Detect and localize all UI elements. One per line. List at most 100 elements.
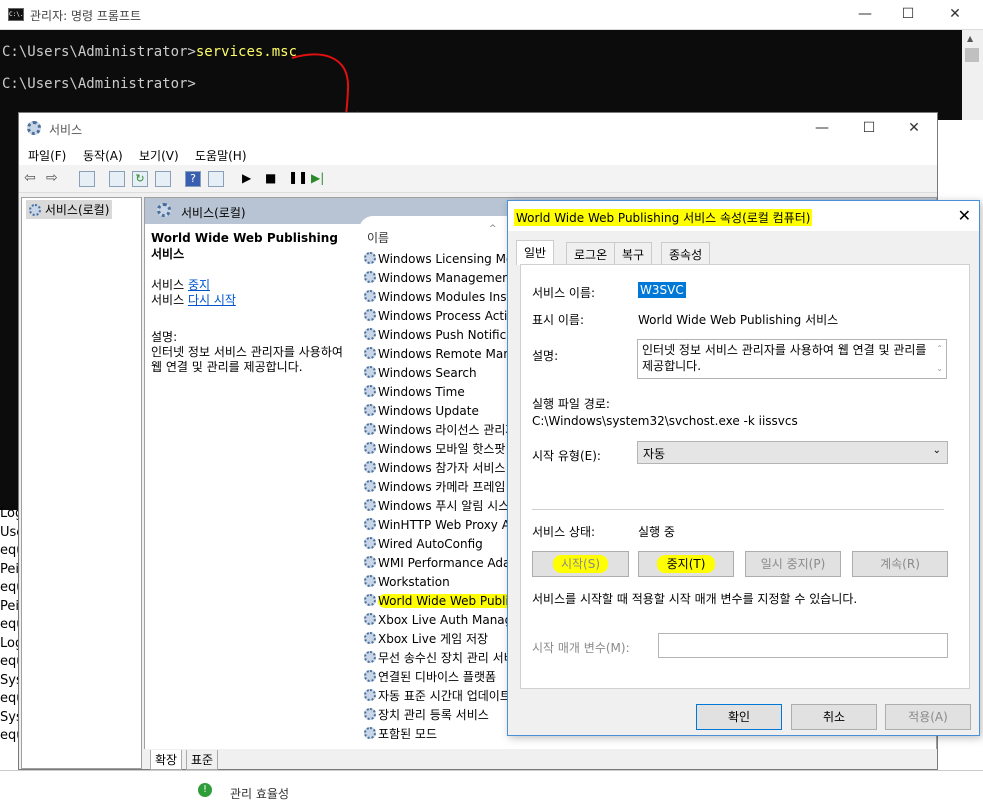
column-header-name[interactable]: 이름 [367, 229, 389, 246]
description-textbox[interactable]: 인터넷 정보 서비스 관리자를 사용하여 웹 연결 및 관리를 제공합니다. ⌃… [637, 339, 947, 379]
stop-service-link[interactable]: 중지 [188, 278, 210, 292]
show-hide-pane-icon[interactable] [208, 171, 224, 187]
stop-icon[interactable]: ■ [265, 171, 276, 185]
refresh-icon[interactable]: ↻ [132, 171, 148, 187]
table-row[interactable]: WinHTTP Web Proxy Auto [364, 516, 529, 535]
table-row[interactable]: WMI Performance Adapter [364, 554, 529, 573]
start-button[interactable]: 시작(S) [532, 551, 629, 577]
table-row[interactable]: Windows 라이선스 관리자 [364, 421, 529, 440]
tree-node-services-local[interactable]: 서비스(로컬) [26, 200, 113, 219]
sort-chevron-up-icon: ^ [489, 224, 497, 234]
pause-icon[interactable]: ❚❚ [288, 170, 308, 184]
pause-button[interactable]: 일시 중지(P) [745, 551, 841, 577]
table-row[interactable]: Windows 카메라 프레임 [364, 478, 529, 497]
service-gear-icon [364, 575, 376, 587]
menu-help[interactable]: 도움말(H) [195, 147, 247, 164]
service-gear-icon [364, 328, 376, 340]
service-gear-icon [364, 670, 376, 682]
tab-logon[interactable]: 로그온 [566, 242, 616, 264]
service-gear-icon [364, 537, 376, 549]
ok-button[interactable]: 확인 [696, 704, 782, 730]
service-description-panel: World Wide Web Publishing 서비스 서비스 중지 서비스… [151, 230, 347, 375]
path-value[interactable]: C:\Windows\system32\svchost.exe -k iissv… [532, 414, 798, 428]
dialog-titlebar[interactable]: World Wide Web Publishing 서비스 속성(로컬 컴퓨터)… [508, 201, 979, 231]
tab-dependencies[interactable]: 종속성 [661, 242, 711, 264]
table-row[interactable]: 자동 표준 시간대 업데이트 [364, 687, 529, 706]
display-name-value[interactable]: World Wide Web Publishing 서비스 [638, 311, 838, 328]
table-row[interactable]: Windows Search [364, 364, 529, 383]
table-row[interactable]: 무선 송수신 장치 관리 서비스 [364, 649, 529, 668]
menu-view[interactable]: 보기(V) [139, 147, 179, 164]
selected-service-name: World Wide Web Publishing 서비스 [151, 231, 338, 261]
service-properties-dialog: World Wide Web Publishing 서비스 속성(로컬 컴퓨터)… [507, 200, 980, 736]
services-toolbar: ⇦ ⇨ ↻ ? ▶ ■ ❚❚ ▶| [19, 165, 937, 193]
service-gear-icon [364, 309, 376, 321]
table-row[interactable]: Windows Management [364, 269, 529, 288]
service-gear-icon [364, 252, 376, 264]
properties-list-icon[interactable] [109, 171, 125, 187]
dialog-close-icon[interactable]: ✕ [958, 206, 971, 225]
service-name-value[interactable]: W3SVC [638, 282, 686, 298]
tab-recovery[interactable]: 복구 [614, 242, 653, 264]
table-row[interactable]: Windows Update [364, 402, 529, 421]
main-header-text: 서비스(로컬) [181, 206, 246, 220]
resume-button[interactable]: 계속(R) [852, 551, 948, 577]
table-row[interactable]: 포함된 모드 [364, 725, 529, 744]
play-icon[interactable]: ▶ [242, 171, 251, 185]
table-row[interactable]: 연결된 디바이스 플랫폼 [364, 668, 529, 687]
help-icon[interactable]: ? [185, 171, 201, 187]
table-row[interactable]: Windows Licensing Monitoring [364, 250, 529, 269]
table-row[interactable]: Windows Remote Management [364, 345, 529, 364]
table-row[interactable]: Windows 푸시 알림 시스템 [364, 497, 529, 516]
table-row[interactable]: Windows 모바일 핫스팟 [364, 440, 529, 459]
table-row[interactable]: Windows Modules Installer [364, 288, 529, 307]
restart-service-link[interactable]: 다시 시작 [188, 293, 236, 307]
tab-standard[interactable]: 표준 [186, 750, 219, 770]
divider [532, 509, 944, 510]
service-gear-icon [364, 385, 376, 397]
services-close-icon[interactable]: ✕ [899, 118, 929, 138]
stop-button[interactable]: 중지(T) [638, 551, 734, 577]
service-gear-icon [364, 689, 376, 701]
services-minimize-icon[interactable]: — [807, 118, 837, 138]
table-row[interactable]: World Wide Web Publishing [364, 592, 529, 611]
cmd-prompt-2: C:\Users\Administrator> [2, 76, 196, 92]
menu-action[interactable]: 동작(A) [83, 147, 123, 164]
scroll-up-icon[interactable]: ⌃ [936, 341, 943, 357]
table-row[interactable]: 장치 관리 등록 서비스 [364, 706, 529, 725]
back-arrow-icon[interactable]: ⇦ [24, 170, 36, 186]
table-row[interactable]: Windows Process Activation [364, 307, 529, 326]
service-description-text: 인터넷 정보 서비스 관리자를 사용하여 웹 연결 및 관리를 제공합니다. [151, 345, 343, 374]
startup-type-select[interactable]: 자동 ⌄ [637, 441, 948, 464]
table-row[interactable]: Xbox Live Auth Manager [364, 611, 529, 630]
tab-extended[interactable]: 확장 [150, 750, 183, 770]
cmd-minimize-icon[interactable]: — [850, 4, 880, 24]
restart-icon[interactable]: ▶| [311, 171, 324, 185]
table-row[interactable]: Windows Time [364, 383, 529, 402]
cancel-button[interactable]: 취소 [791, 704, 877, 730]
console-tree-icon[interactable] [79, 171, 95, 187]
table-row[interactable]: Windows 참가자 서비스 [364, 459, 529, 478]
table-row[interactable]: Windows Push Notifications [364, 326, 529, 345]
scroll-down-icon[interactable]: ⌄ [936, 361, 943, 377]
description-label: 설명: [532, 349, 559, 363]
table-row[interactable]: Wired AutoConfig [364, 535, 529, 554]
services-maximize-icon[interactable]: ☐ [854, 118, 884, 138]
forward-arrow-icon[interactable]: ⇨ [46, 170, 58, 186]
tab-general[interactable]: 일반 [516, 240, 555, 265]
table-row[interactable]: Workstation [364, 573, 529, 592]
header-gear-icon [157, 203, 171, 217]
cmd-titlebar[interactable]: C:\. 관리자: 명령 프롬프트 — ☐ ✕ [0, 0, 983, 30]
services-titlebar[interactable]: 서비스 — ☐ ✕ [19, 113, 937, 143]
cmd-close-icon[interactable]: ✕ [940, 4, 970, 24]
start-params-hint: 서비스를 시작할 때 적용할 시작 매개 변수를 지정할 수 있습니다. [532, 592, 858, 606]
menu-file[interactable]: 파일(F) [28, 147, 66, 164]
bottom-label: 관리 효율성 [230, 787, 290, 801]
export-list-icon[interactable] [155, 171, 171, 187]
services-list: 이름 ^ Windows Licensing MonitoringWindows… [359, 216, 529, 746]
cmd-maximize-icon[interactable]: ☐ [893, 4, 923, 24]
start-params-input[interactable] [658, 633, 948, 658]
service-gear-icon [364, 271, 376, 283]
apply-button[interactable]: 적용(A) [885, 704, 971, 730]
table-row[interactable]: Xbox Live 게임 저장 [364, 630, 529, 649]
